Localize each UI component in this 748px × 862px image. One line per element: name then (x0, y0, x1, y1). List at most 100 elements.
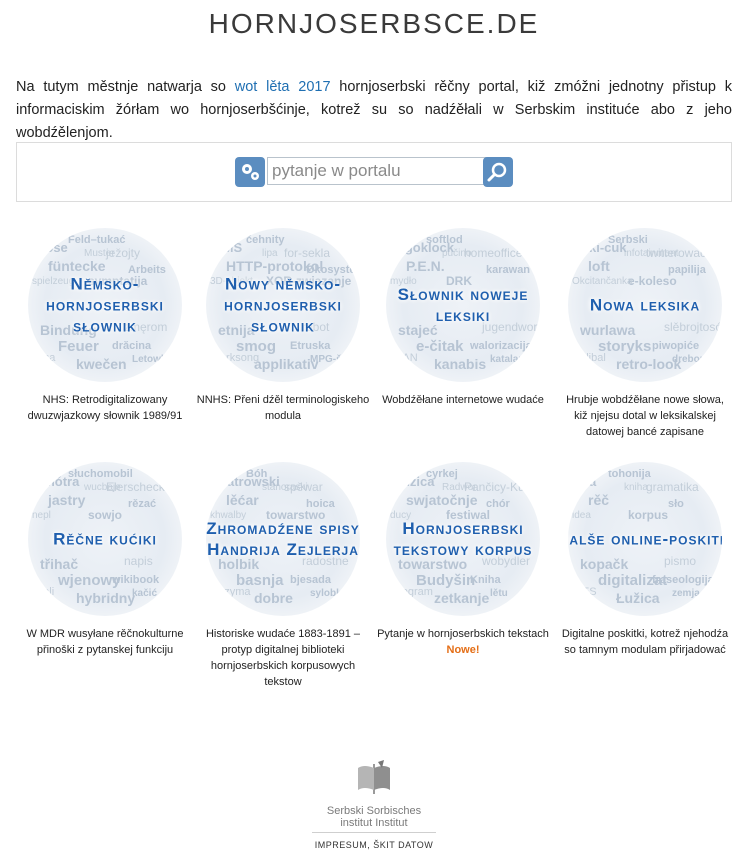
tile-description: Digitalne poskitki, kotrež njehodźa so t… (561, 628, 729, 656)
cloud-word: bratrowski (214, 474, 280, 489)
cloud-word: Budyšin (416, 572, 476, 589)
tile-title[interactable]: Hornjoserbski tekstowy korpus (386, 518, 540, 560)
cloud-word: basnja (236, 572, 284, 589)
cloud-word: bjesada (290, 574, 331, 586)
cloud-word: gramatika (646, 480, 699, 494)
logo-line-1: Serbski Sorbisches (326, 805, 422, 817)
search-button[interactable] (483, 157, 513, 187)
cloud-word: wurlawa (580, 322, 636, 338)
cloud-word: kopačk (580, 556, 629, 572)
word-cloud: stanoraski sylobk dobre nazyma bjesada basnja… (206, 462, 360, 616)
cloud-word: legoklock (394, 240, 454, 255)
tile-nowa-leksika-slownik[interactable]: pučino katalaniski kanabis IBAN walorizacija… (372, 228, 554, 408)
cloud-word: zemja (672, 588, 700, 599)
cloud-word: kniha (624, 482, 648, 493)
intro-text: Na tutym městnje natwarja so wot lěta 20… (16, 76, 732, 145)
cloud-word: Feld–tukać (68, 234, 126, 246)
cloud-word: mali (34, 586, 55, 598)
cloud-word: IBAN (392, 352, 418, 364)
word-cloud: kniha zemja Łužica ČES fraseologija digitaliz… (568, 462, 722, 616)
cloud-word: Pančicy-Kukow (464, 480, 540, 494)
tile-title[interactable]: Zhromadźene spisy Handrija Zejlerja (206, 518, 360, 560)
new-badge: Nowe! (446, 644, 480, 656)
cloud-word: ježojty (106, 246, 141, 260)
cloud-word: füntecke (48, 258, 106, 274)
tile-title[interactable]: Nowa leksika (568, 295, 722, 316)
cloud-word: kačić (132, 588, 158, 599)
cloud-word: Łužica (394, 474, 435, 489)
footer-divider (312, 832, 436, 833)
cloud-word: wjenowy (58, 572, 121, 589)
cloud-word: kwečen (76, 356, 127, 372)
tile-title[interactable]: Słownik noweje leksiki (386, 284, 540, 326)
cloud-word: rězać (128, 498, 157, 510)
cloud-word: katalaniski (490, 354, 540, 365)
tile-zejler[interactable]: stanoraski sylobk dobre nazyma bjesada basnja… (192, 462, 374, 690)
cloud-word: storyks (598, 338, 652, 355)
intro-link[interactable]: wot lěta 2017 (235, 79, 331, 95)
cloud-word: hybridny (76, 590, 136, 606)
cloud-word: čehnity (246, 234, 285, 246)
cloud-word: třihač (40, 556, 79, 572)
tile-title[interactable]: Dalše online-poskitki (568, 529, 722, 550)
cloud-word: karawan (486, 264, 531, 276)
cloud-word: papilija (668, 264, 706, 276)
tile-description: NNHS: Přeni dźěl terminologiskeho modula (196, 394, 370, 422)
cloud-word: rěč (588, 492, 610, 508)
tile-description-text: Pytanje w hornjoserbskich tekstach (377, 628, 549, 640)
cloud-word: sło (668, 498, 684, 510)
cloud-word: e-čitak (416, 338, 464, 355)
word-cloud: wucbaje kačić hybridny mali wikibook wjenowy n… (28, 462, 182, 616)
cloud-word: lětu (490, 588, 508, 599)
tile-title[interactable]: Rěčne kućiki (28, 529, 182, 550)
site-title[interactable]: HORNJOSERBSCE.DE (0, 8, 748, 40)
cloud-word: SMS (214, 240, 243, 255)
word-cloud: pučino katalaniski kanabis IBAN walorizacija… (386, 228, 540, 382)
cloud-word: napis (124, 554, 153, 568)
cloud-word: zetkanje (434, 590, 490, 606)
cloud-word: rosa (34, 352, 56, 364)
cloud-word: kanabis (434, 356, 487, 372)
cloud-word: drăcina (112, 340, 152, 352)
cloud-word: e-koleso (628, 274, 677, 288)
word-cloud: Muster Letowka kwečen rosa drăcina Feuer zmęro… (28, 228, 182, 382)
cloud-word: Feuer (58, 338, 99, 355)
tile-recne-kuciki[interactable]: wucbaje kačić hybridny mali wikibook wjenowy n… (14, 462, 196, 658)
search-input[interactable] (267, 157, 487, 185)
cloud-word: Letowka (132, 354, 173, 365)
tile-description: Pytanje w hornjoserbskich tekstach Nowe! (372, 626, 554, 658)
institute-logo[interactable]: Serbski Sorbisches institut Institut (0, 758, 748, 829)
cloud-word: loft (588, 258, 610, 274)
cloud-word: ruki-cuk (576, 240, 627, 255)
cloud-word: swjatočnje (406, 492, 478, 508)
tile-nnhs[interactable]: lipa MPG-šlaga applikativ worksong Etruska sm… (192, 228, 374, 424)
cloud-word: sowjo (88, 508, 123, 522)
cloud-word: Elerschecke (106, 480, 172, 494)
tile-dalse[interactable]: kniha zemja Łužica ČES fraseologija digitaliz… (554, 462, 736, 658)
word-cloud: Radwor lětu zetkanje program Kniha Budyšin wob… (386, 462, 540, 616)
cloud-word: retro-look (616, 356, 682, 372)
cloud-word: tohonija (608, 468, 651, 480)
search-panel (16, 142, 732, 202)
footer-links[interactable]: IMPRESUM, ŠKIT DATOW (0, 840, 748, 850)
cloud-word: spěwar (284, 480, 323, 494)
gear-icon[interactable] (235, 157, 265, 187)
cloud-word: piwopiće (652, 340, 700, 352)
cloud-word: homeoffice (464, 246, 523, 260)
cloud-word: idea (572, 510, 591, 521)
search-icon (487, 162, 507, 182)
word-cloud: lipa MPG-šlaga applikativ worksong Etruska sm… (206, 228, 360, 382)
cloud-word: pismo (664, 554, 697, 568)
tile-nowa-leksika[interactable]: infotainment drebom retro-look ablibal piwop… (554, 228, 736, 440)
cloud-word: applikativ (254, 356, 319, 372)
cloud-word: jastry (48, 492, 86, 508)
tile-title[interactable]: Němsko-hornjoserbski słownik (28, 274, 182, 337)
tile-title[interactable]: Nowy němsko-hornjoserbski słownik (206, 274, 360, 337)
cloud-word: hoica (306, 498, 335, 510)
logo-text: Serbski Sorbisches institut Institut (0, 805, 748, 829)
tile-description: Historiske wudaće 1883-1891 – protyp dig… (205, 628, 361, 688)
cloud-word: twitterowač (646, 246, 707, 260)
tile-nhs[interactable]: Muster Letowka kwečen rosa drăcina Feuer zmęro… (14, 228, 196, 424)
intro-before: Na tutym městnje natwarja so (16, 79, 235, 95)
tile-korpus[interactable]: Radwor lětu zetkanje program Kniha Budyšin wob… (372, 462, 554, 658)
